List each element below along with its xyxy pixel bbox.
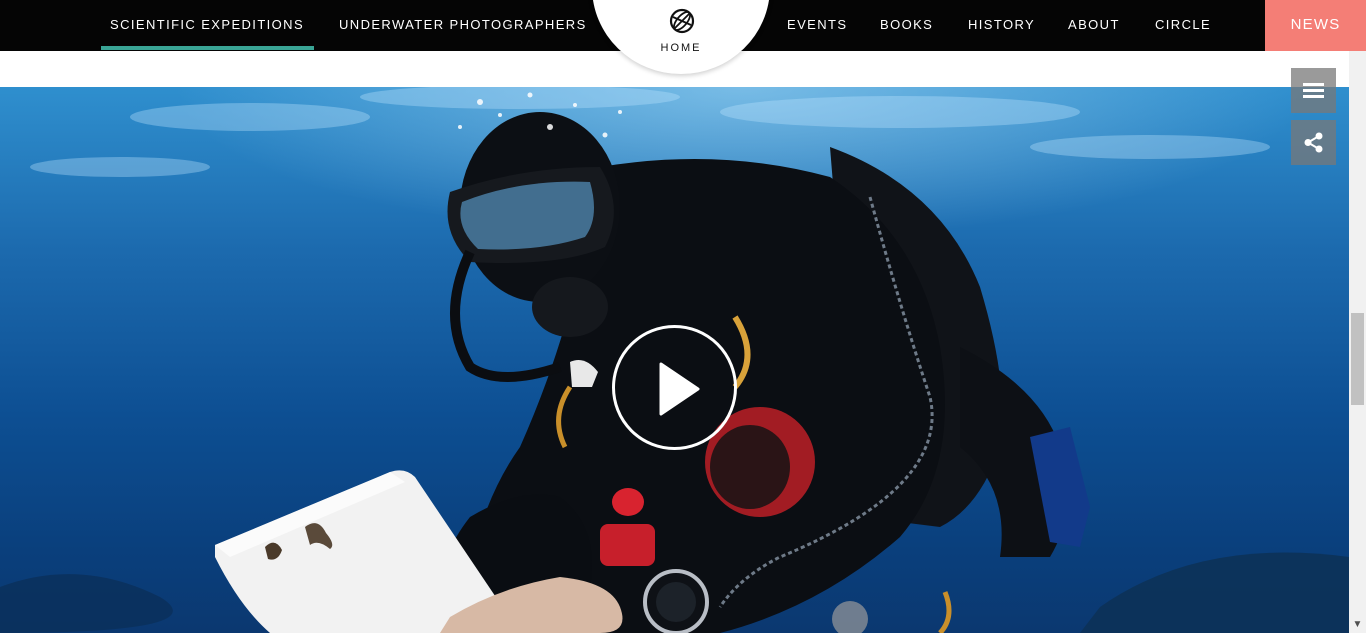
play-button[interactable] <box>612 325 737 450</box>
nav-link-events[interactable]: EVENTS <box>787 0 847 51</box>
scrollbar-thumb[interactable] <box>1351 313 1364 405</box>
nav-link-about[interactable]: ABOUT <box>1068 0 1120 51</box>
play-icon <box>659 362 700 416</box>
news-button[interactable]: NEWS <box>1265 0 1366 51</box>
hero-video[interactable] <box>0 87 1349 633</box>
nav-link-circle[interactable]: CIRCLE <box>1155 0 1211 51</box>
share-button[interactable] <box>1291 120 1336 165</box>
nav-link-underwater-photographers[interactable]: UNDERWATER PHOTOGRAPHERS <box>339 0 587 51</box>
globe-icon <box>669 8 695 34</box>
hamburger-menu-icon <box>1303 83 1324 98</box>
nav-link-books[interactable]: BOOKS <box>880 0 933 51</box>
menu-button[interactable] <box>1291 68 1336 113</box>
page-scrollbar[interactable]: ▼ <box>1349 51 1366 633</box>
nav-link-history[interactable]: HISTORY <box>968 0 1035 51</box>
nav-link-scientific-expeditions[interactable]: SCIENTIFIC EXPEDITIONS <box>100 0 315 51</box>
home-label: HOME <box>660 42 702 54</box>
scroll-down-arrow-icon[interactable]: ▼ <box>1349 616 1366 633</box>
share-icon <box>1304 132 1323 153</box>
